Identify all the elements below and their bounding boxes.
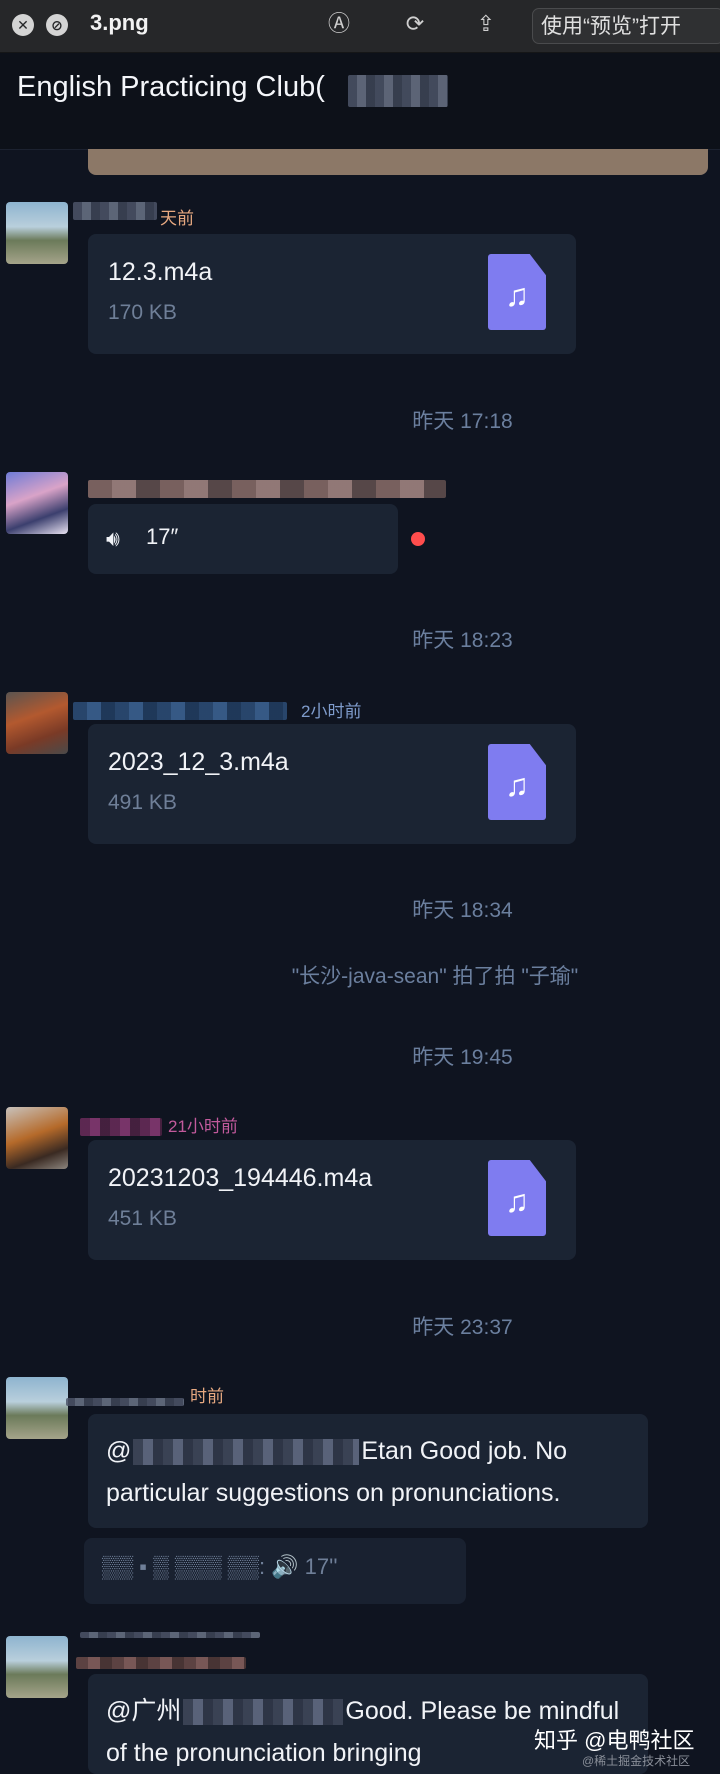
- message-time: 时前: [190, 1387, 224, 1406]
- pat-notification: "长沙-java-sean" 拍了拍 "子瑜": [291, 965, 579, 988]
- file-title: 3.png: [90, 10, 149, 35]
- quote-text: ▒▒ ▪ ▒ ▒▒▒ ▒▒: 🔊 17'': [102, 1554, 338, 1579]
- mention-prefix: @广州: [106, 1697, 182, 1725]
- voice-icon: 🔊︎: [106, 526, 120, 551]
- sender-name-blurred: [80, 1632, 260, 1638]
- avatar[interactable]: [6, 1377, 68, 1439]
- file-message[interactable]: 2023_12_3.m4a 491 KB ♫: [88, 724, 576, 844]
- sender-name-blurred: [80, 1118, 162, 1136]
- mention-prefix: @: [106, 1437, 132, 1465]
- watermark-sub: @稀土掘金技术社区: [582, 1754, 691, 1768]
- avatar[interactable]: [6, 1636, 68, 1698]
- sender-name-blurred: [88, 480, 446, 498]
- file-name: 2023_12_3.m4a: [108, 748, 289, 776]
- quicklook-toolbar: ✕ ⊘ 3.png Ⓐ ⟳ ⇪ 使用“预览”打开: [0, 0, 720, 53]
- audio-file-icon: ♫: [488, 744, 546, 820]
- unread-indicator: [411, 532, 425, 546]
- system-timestamp: 昨天 23:37: [412, 1316, 513, 1339]
- markup-icon[interactable]: Ⓐ: [326, 11, 352, 37]
- voice-message[interactable]: 🔊︎ 17″: [88, 504, 398, 574]
- music-note-icon: ♫: [505, 767, 529, 803]
- message-text: @ Etan Good job. No particular suggestion…: [106, 1430, 632, 1514]
- previous-message-strip: [88, 149, 708, 175]
- open-with-preview-button[interactable]: 使用“预览”打开: [532, 8, 720, 44]
- sender-name-blurred: [76, 1657, 246, 1669]
- audio-file-icon: ♫: [488, 254, 546, 330]
- avatar[interactable]: [6, 202, 68, 264]
- blocked-icon[interactable]: ⊘: [46, 14, 68, 36]
- close-icon[interactable]: ✕: [12, 14, 34, 36]
- redacted-blur: [348, 75, 448, 107]
- chat-header: English Practicing Club(: [0, 53, 720, 150]
- message-time: 2小时前: [301, 702, 362, 721]
- sender-name-blurred: [73, 202, 157, 220]
- file-message[interactable]: 12.3.m4a 170 KB ♫: [88, 234, 576, 354]
- music-note-icon: ♫: [505, 277, 529, 313]
- system-timestamp: 昨天 18:34: [412, 899, 513, 922]
- system-timestamp: 昨天 19:45: [412, 1046, 513, 1069]
- avatar[interactable]: [6, 692, 68, 754]
- file-size: 491 KB: [108, 791, 177, 814]
- voice-duration: 17″: [146, 524, 179, 549]
- watermark: 知乎 @电鸭社区: [534, 1728, 695, 1753]
- message-time: 21小时前: [168, 1117, 238, 1136]
- sender-name-blurred: [66, 1398, 184, 1406]
- audio-file-icon: ♫: [488, 1160, 546, 1236]
- text-message[interactable]: @ Etan Good job. No particular suggestion…: [88, 1414, 648, 1528]
- file-name: 12.3.m4a: [108, 258, 213, 286]
- file-size: 451 KB: [108, 1207, 177, 1230]
- file-size: 170 KB: [108, 301, 177, 324]
- avatar[interactable]: [6, 1107, 68, 1169]
- sender-name-blurred: [73, 702, 287, 720]
- system-timestamp: 昨天 17:18: [412, 410, 513, 433]
- file-name: 20231203_194446.m4a: [108, 1164, 373, 1192]
- chat-title: English Practicing Club(: [17, 71, 325, 103]
- rotate-icon[interactable]: ⟳: [402, 11, 428, 37]
- redacted-blur: [133, 1439, 360, 1466]
- quoted-voice-message[interactable]: ▒▒ ▪ ▒ ▒▒▒ ▒▒: 🔊 17'': [84, 1538, 466, 1604]
- file-message[interactable]: 20231203_194446.m4a 451 KB ♫: [88, 1140, 576, 1260]
- share-icon[interactable]: ⇪: [473, 11, 499, 37]
- system-timestamp: 昨天 18:23: [412, 629, 513, 652]
- avatar[interactable]: [6, 472, 68, 534]
- redacted-blur: [183, 1699, 344, 1726]
- music-note-icon: ♫: [505, 1183, 529, 1219]
- message-time: 天前: [160, 209, 194, 228]
